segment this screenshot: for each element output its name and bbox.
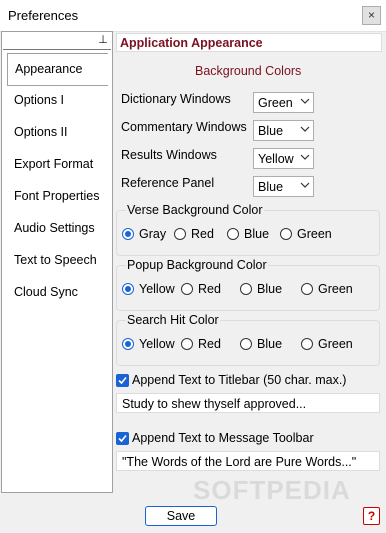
radio-label: Red (198, 282, 221, 296)
watermark-logo: SOFTPEDIA (193, 475, 351, 505)
checkmark-icon (118, 376, 127, 385)
radio-dot (122, 283, 134, 295)
commentary-windows-select[interactable]: Blue (253, 120, 314, 141)
radio-dot (122, 338, 134, 350)
radio-label: Green (318, 282, 353, 296)
radio-dot (240, 338, 252, 350)
nav-item-text-to-speech[interactable]: Text to Speech (14, 253, 97, 267)
titlebar-text-input[interactable]: Study to shew thyself approved... (116, 393, 380, 413)
select-value: Blue (258, 124, 284, 138)
search-hit-legend: Search Hit Color (126, 313, 220, 327)
radio-dot (240, 283, 252, 295)
append-titlebar-label[interactable]: Append Text to Titlebar (50 char. max.) (132, 373, 346, 387)
chevron-down-icon (300, 98, 310, 104)
help-button[interactable]: ? (363, 507, 380, 525)
dictionary-windows-select[interactable]: Green (253, 92, 314, 113)
select-value: Yellow (258, 152, 294, 166)
save-button[interactable]: Save (145, 506, 217, 526)
radio-dot (280, 228, 292, 240)
pin-icon[interactable]: ⊥ (96, 33, 110, 47)
radio-label: Blue (244, 227, 270, 241)
radio-label: Blue (257, 337, 283, 351)
radio-label: Yellow (139, 337, 175, 351)
nav-item-export-format[interactable]: Export Format (14, 157, 93, 171)
commentary-windows-label: Commentary Windows (121, 120, 247, 134)
radio-label: Gray (139, 227, 167, 241)
title-bar: Preferences × (0, 0, 386, 32)
nav-item-label: Appearance (15, 62, 83, 76)
category-list: ⊥ Appearance Options I Options II Export… (1, 31, 113, 493)
radio-label: Red (198, 337, 221, 351)
toolbar-text-input[interactable]: "The Words of the Lord are Pure Words...… (116, 451, 380, 471)
radio-dot (181, 283, 193, 295)
radio-label: Yellow (139, 282, 175, 296)
nav-item-options-ii[interactable]: Options II (14, 125, 68, 139)
radio-label: Green (318, 337, 353, 351)
background-colors-title: Background Colors (195, 64, 302, 78)
append-toolbar-label[interactable]: Append Text to Message Toolbar (132, 431, 314, 445)
append-toolbar-checkbox[interactable] (116, 432, 129, 445)
pin-strip: ⊥ (3, 33, 111, 50)
nav-item-font-properties[interactable]: Font Properties (14, 189, 99, 203)
chevron-down-icon (300, 182, 310, 188)
dictionary-windows-label: Dictionary Windows (121, 92, 231, 106)
select-value: Blue (258, 180, 284, 194)
radio-dot (174, 228, 186, 240)
verse-background-legend: Verse Background Color (126, 203, 264, 217)
radio-dot (227, 228, 239, 240)
radio-label: Green (297, 227, 332, 241)
radio-dot (181, 338, 193, 350)
nav-item-audio-settings[interactable]: Audio Settings (14, 221, 95, 235)
window-title: Preferences (8, 8, 79, 23)
input-value: Study to shew thyself approved... (122, 397, 307, 411)
nav-item-cloud-sync[interactable]: Cloud Sync (14, 285, 78, 299)
panel-header-text: Application Appearance (120, 36, 263, 50)
nav-item-appearance[interactable]: Appearance (7, 53, 108, 86)
close-button[interactable]: × (362, 6, 381, 25)
panel-header: Application Appearance (116, 33, 382, 52)
input-value: "The Words of the Lord are Pure Words...… (122, 455, 357, 469)
radio-label: Red (191, 227, 214, 241)
chevron-down-icon (300, 126, 310, 132)
chevron-down-icon (300, 154, 310, 160)
append-titlebar-checkbox[interactable] (116, 374, 129, 387)
popup-background-legend: Popup Background Color (126, 258, 268, 272)
results-windows-select[interactable]: Yellow (253, 148, 314, 169)
nav-item-options-i[interactable]: Options I (14, 93, 64, 107)
reference-panel-select[interactable]: Blue (253, 176, 314, 197)
select-value: Green (258, 96, 293, 110)
radio-label: Blue (257, 282, 283, 296)
reference-panel-label: Reference Panel (121, 176, 215, 190)
radio-dot (301, 283, 313, 295)
radio-dot (301, 338, 313, 350)
checkmark-icon (118, 434, 127, 443)
radio-dot (122, 228, 134, 240)
results-windows-label: Results Windows (121, 148, 217, 162)
